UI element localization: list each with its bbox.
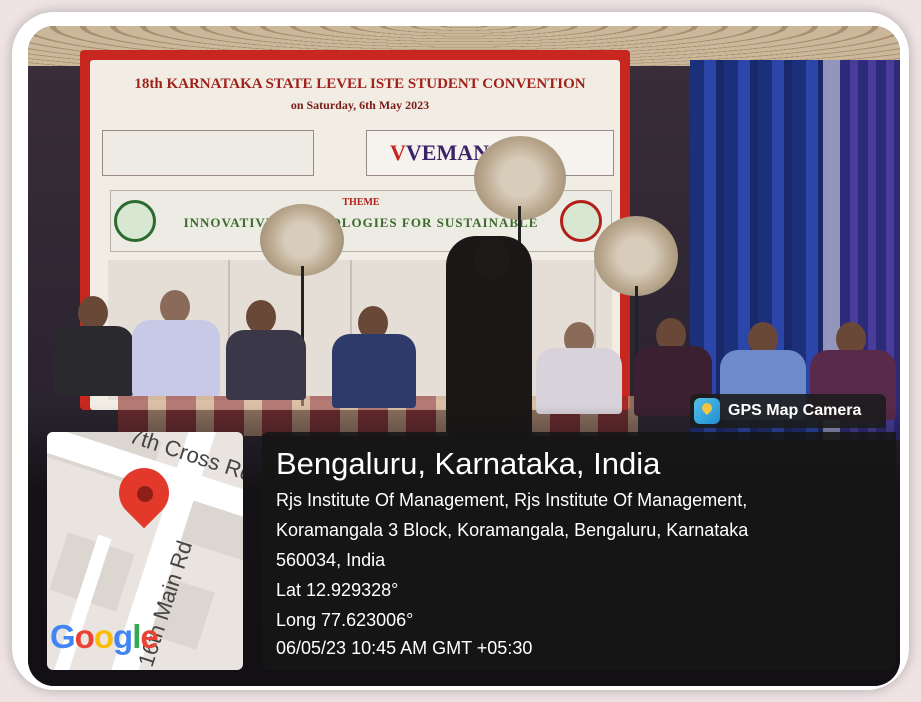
location-info-panel: Bengaluru, Karnataka, India Rjs Institut… <box>262 432 896 670</box>
photographer-head <box>474 238 510 280</box>
college-emblem-icon <box>560 200 602 242</box>
pin-center-dot <box>137 486 153 502</box>
iste-emblem-icon <box>114 200 156 242</box>
address-line-1: Rjs Institute Of Management, Rjs Institu… <box>276 490 748 510</box>
umbrella-light-icon <box>594 216 678 296</box>
longitude: Long 77.623006° <box>276 610 414 630</box>
banner-title: 18th KARNATAKA STATE LEVEL ISTE STUDENT … <box>134 76 586 92</box>
timestamp: 06/05/23 10:45 AM GMT +05:30 <box>276 638 533 658</box>
address-line-3: 560034, India <box>276 550 386 570</box>
address-line-2: Koramangala 3 Block, Koramangala, Bengal… <box>276 520 749 540</box>
banner-organizer-box <box>102 130 314 176</box>
location-map: 7th Cross Rd 16th Main Rd Google <box>47 432 243 670</box>
google-logo: Google <box>50 618 159 655</box>
banner-theme-text: INNOVATIVE TECHNOLOGIES FOR SUSTAINABLE <box>183 215 539 230</box>
location-city: Bengaluru, Karnataka, India <box>276 446 661 481</box>
gps-map-camera-icon <box>694 398 720 424</box>
banner-date: on Saturday, 6th May 2023 <box>290 98 430 112</box>
gps-badge-label: GPS Map Camera <box>728 402 862 419</box>
latitude: Lat 12.929328° <box>276 580 399 600</box>
gps-map-camera-badge: GPS Map Camera <box>690 394 886 428</box>
